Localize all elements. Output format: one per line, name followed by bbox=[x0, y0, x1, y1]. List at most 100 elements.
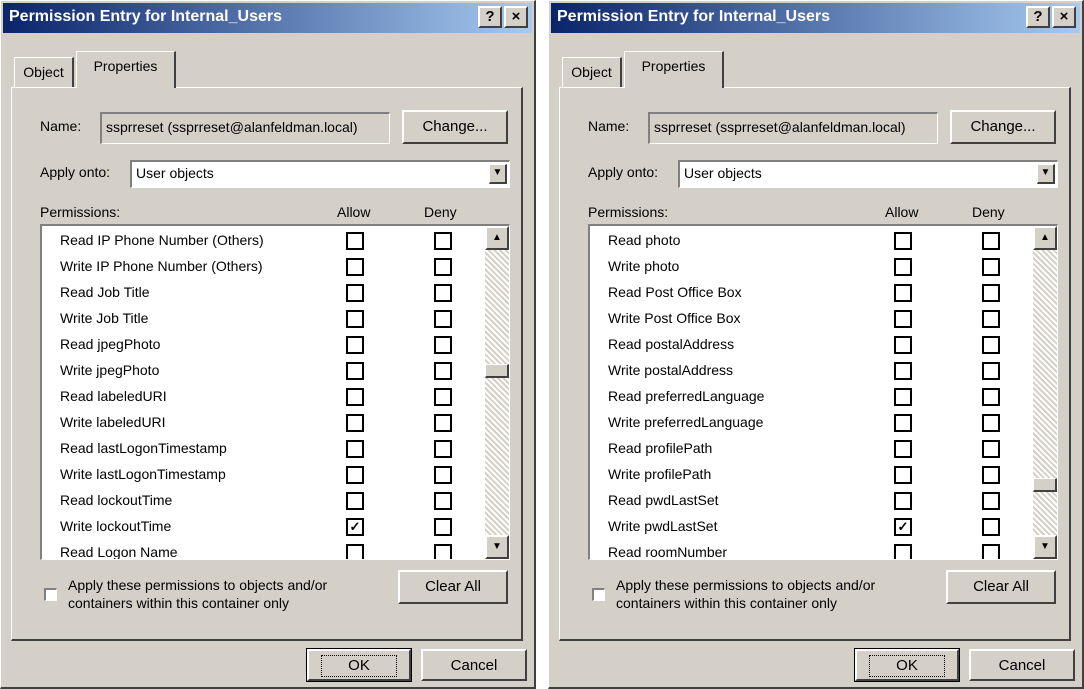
deny-checkbox[interactable] bbox=[982, 518, 1000, 536]
allow-checkbox[interactable] bbox=[894, 284, 912, 302]
allow-checkbox[interactable] bbox=[894, 466, 912, 484]
permission-name: Read Logon Name bbox=[60, 544, 178, 560]
deny-checkbox[interactable] bbox=[434, 232, 452, 250]
permission-row: Read roomNumber bbox=[590, 540, 1057, 560]
name-label: Name: bbox=[588, 118, 630, 134]
properties-panel: Name: ssprreset (ssprreset@alanfeldman.l… bbox=[559, 87, 1071, 641]
chevron-down-icon[interactable]: ▼ bbox=[1037, 164, 1055, 184]
allow-checkbox[interactable] bbox=[346, 466, 364, 484]
deny-checkbox[interactable] bbox=[434, 414, 452, 432]
cancel-button[interactable]: Cancel bbox=[969, 649, 1075, 681]
deny-checkbox[interactable] bbox=[434, 310, 452, 328]
permission-name: Read Post Office Box bbox=[608, 284, 742, 300]
vertical-scrollbar[interactable]: ▲ ▼ bbox=[1033, 226, 1057, 559]
deny-checkbox[interactable] bbox=[982, 414, 1000, 432]
deny-checkbox[interactable] bbox=[982, 544, 1000, 559]
deny-checkbox[interactable] bbox=[982, 440, 1000, 458]
deny-checkbox[interactable] bbox=[982, 492, 1000, 510]
deny-checkbox[interactable] bbox=[434, 544, 452, 559]
close-button[interactable]: × bbox=[504, 6, 528, 28]
allow-checkbox[interactable] bbox=[894, 362, 912, 380]
scroll-up-icon[interactable]: ▲ bbox=[1033, 226, 1057, 250]
deny-header: Deny bbox=[424, 204, 457, 220]
allow-checkbox[interactable] bbox=[894, 440, 912, 458]
allow-checkbox[interactable] bbox=[346, 362, 364, 380]
close-button[interactable]: × bbox=[1052, 6, 1076, 28]
allow-checkbox[interactable] bbox=[346, 284, 364, 302]
permission-row: Write lastLogonTimestamp bbox=[42, 462, 509, 488]
deny-checkbox[interactable] bbox=[982, 284, 1000, 302]
permissions-list[interactable]: Read Logon Name Write lockoutTime ✓ Read lo… bbox=[40, 224, 510, 560]
ok-button[interactable]: OK bbox=[854, 648, 960, 682]
allow-checkbox[interactable] bbox=[346, 388, 364, 406]
apply-onto-value: User objects bbox=[684, 165, 762, 181]
permission-row: Read photo bbox=[590, 228, 1057, 254]
deny-checkbox[interactable] bbox=[434, 466, 452, 484]
deny-checkbox[interactable] bbox=[434, 440, 452, 458]
allow-checkbox[interactable]: ✓ bbox=[346, 518, 364, 536]
cancel-button[interactable]: Cancel bbox=[421, 649, 527, 681]
deny-checkbox[interactable] bbox=[434, 284, 452, 302]
deny-checkbox[interactable] bbox=[982, 466, 1000, 484]
allow-checkbox[interactable] bbox=[894, 336, 912, 354]
change-button[interactable]: Change... bbox=[950, 110, 1056, 144]
deny-checkbox[interactable] bbox=[434, 518, 452, 536]
apply-container-checkbox[interactable] bbox=[44, 588, 57, 601]
deny-checkbox[interactable] bbox=[982, 388, 1000, 406]
tab-object[interactable]: Object bbox=[14, 57, 74, 87]
deny-checkbox[interactable] bbox=[982, 336, 1000, 354]
ok-button[interactable]: OK bbox=[306, 648, 412, 682]
deny-checkbox[interactable] bbox=[982, 232, 1000, 250]
deny-checkbox[interactable] bbox=[982, 362, 1000, 380]
scroll-down-icon[interactable]: ▼ bbox=[485, 535, 509, 559]
tab-properties[interactable]: Properties bbox=[624, 51, 724, 88]
clear-all-button[interactable]: Clear All bbox=[398, 570, 508, 604]
allow-checkbox[interactable] bbox=[894, 388, 912, 406]
change-button[interactable]: Change... bbox=[402, 110, 508, 144]
permission-row: Write postalAddress bbox=[590, 358, 1057, 384]
help-button[interactable]: ? bbox=[1026, 6, 1050, 28]
deny-checkbox[interactable] bbox=[982, 310, 1000, 328]
help-button[interactable]: ? bbox=[478, 6, 502, 28]
allow-checkbox[interactable] bbox=[894, 492, 912, 510]
tab-object[interactable]: Object bbox=[562, 57, 622, 87]
allow-checkbox[interactable] bbox=[346, 258, 364, 276]
allow-checkbox[interactable] bbox=[894, 310, 912, 328]
deny-checkbox[interactable] bbox=[434, 492, 452, 510]
apply-container-checkbox[interactable] bbox=[592, 588, 605, 601]
chevron-down-icon[interactable]: ▼ bbox=[489, 164, 507, 184]
scroll-thumb[interactable] bbox=[1033, 478, 1057, 492]
permission-name: Read lockoutTime bbox=[60, 492, 173, 508]
allow-checkbox[interactable] bbox=[346, 440, 364, 458]
apply-onto-select[interactable]: User objects ▼ bbox=[130, 160, 510, 188]
apply-onto-select[interactable]: User objects ▼ bbox=[678, 160, 1058, 188]
deny-checkbox[interactable] bbox=[434, 388, 452, 406]
dialog-title: Permission Entry for Internal_Users bbox=[557, 8, 830, 25]
permissions-list[interactable]: Read roomNumber Write pwdLastSet ✓ Read pwd… bbox=[588, 224, 1058, 560]
scroll-thumb[interactable] bbox=[485, 364, 509, 378]
permission-name: Write photo bbox=[608, 258, 680, 274]
allow-checkbox[interactable] bbox=[894, 544, 912, 559]
allow-checkbox[interactable] bbox=[346, 310, 364, 328]
deny-checkbox[interactable] bbox=[982, 258, 1000, 276]
vertical-scrollbar[interactable]: ▲ ▼ bbox=[485, 226, 509, 559]
allow-checkbox[interactable] bbox=[346, 544, 364, 559]
deny-checkbox[interactable] bbox=[434, 258, 452, 276]
permission-row: Read Post Office Box bbox=[590, 280, 1057, 306]
tab-properties[interactable]: Properties bbox=[76, 51, 176, 88]
clear-all-button[interactable]: Clear All bbox=[946, 570, 1056, 604]
allow-checkbox[interactable] bbox=[894, 258, 912, 276]
permission-name: Read roomNumber bbox=[608, 544, 728, 560]
allow-checkbox[interactable] bbox=[346, 492, 364, 510]
allow-checkbox[interactable] bbox=[894, 232, 912, 250]
title-bar: Permission Entry for Internal_Users ? × bbox=[551, 3, 1080, 33]
allow-checkbox[interactable]: ✓ bbox=[894, 518, 912, 536]
scroll-up-icon[interactable]: ▲ bbox=[485, 226, 509, 250]
scroll-down-icon[interactable]: ▼ bbox=[1033, 535, 1057, 559]
allow-checkbox[interactable] bbox=[346, 336, 364, 354]
allow-checkbox[interactable] bbox=[346, 232, 364, 250]
deny-checkbox[interactable] bbox=[434, 336, 452, 354]
allow-checkbox[interactable] bbox=[346, 414, 364, 432]
allow-checkbox[interactable] bbox=[894, 414, 912, 432]
deny-checkbox[interactable] bbox=[434, 362, 452, 380]
